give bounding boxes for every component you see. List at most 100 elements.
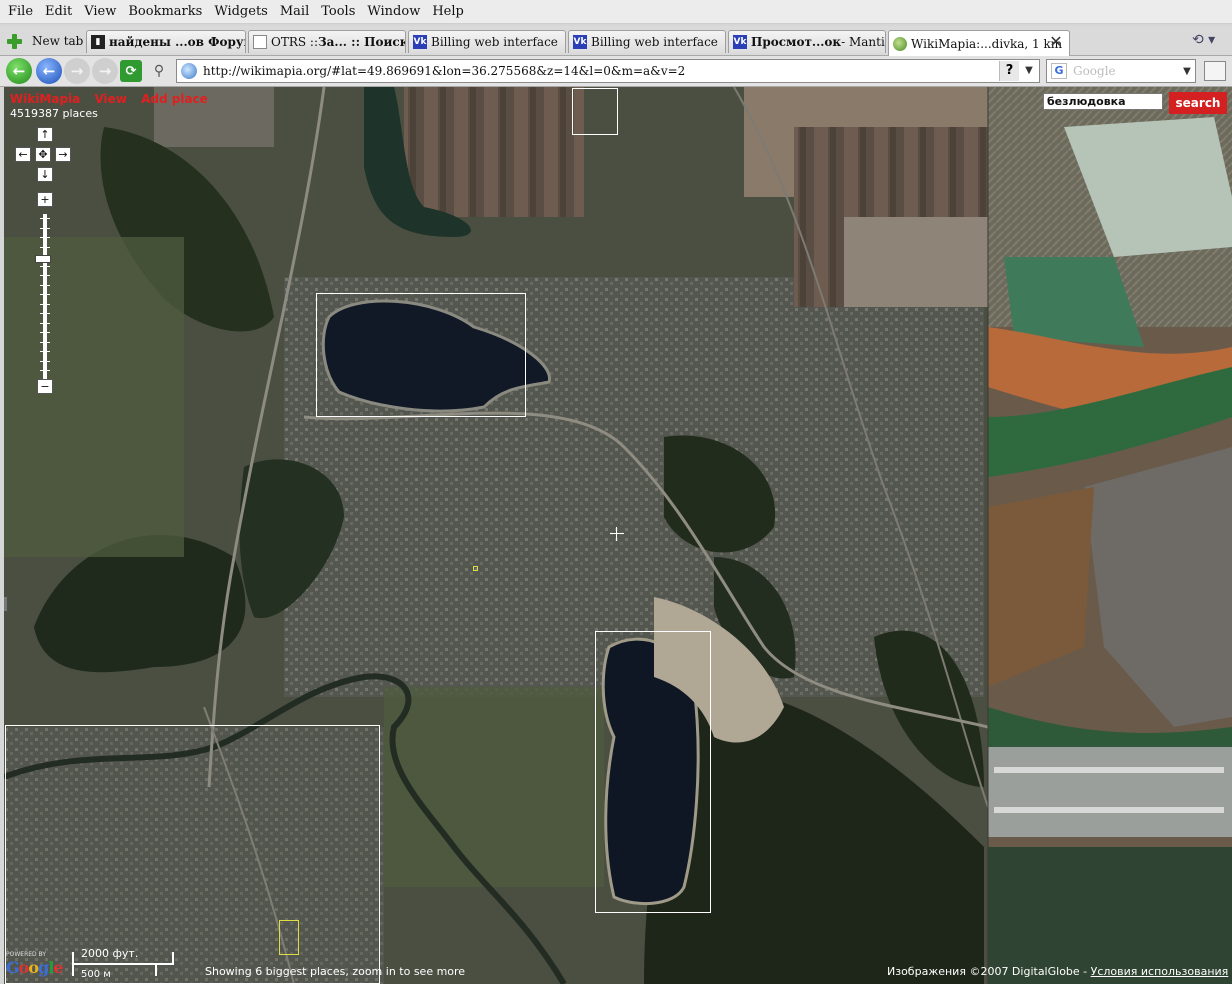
tab-title: Billing web interface [431,35,558,49]
new-tab-button[interactable]: New tab [6,30,83,52]
zoom-in-icon[interactable]: + [37,192,53,207]
tab-forum[interactable]: ▮ найдены ...ов Форум [86,30,246,53]
wand-icon[interactable]: ⚲ [148,60,170,82]
chevron-down-icon[interactable]: ▼ [1019,61,1039,81]
pan-left-icon[interactable]: ← [15,147,31,162]
reload-icon[interactable]: ⟳ [120,60,142,82]
google-logo[interactable]: POWERED BY Google [6,951,68,981]
url-text[interactable]: http://wikimapia.org/#lat=49.869691&lon=… [203,64,999,78]
wikimapia-logo[interactable]: WikiMapia [10,92,80,106]
tab-title: OTRS :: [271,35,318,49]
tab-billing-2[interactable]: Vk Billing web interface [568,30,726,53]
tab-title: WikiMapia:...divka, 1 km [911,36,1063,51]
zoom-tick [40,237,50,238]
tab-billing-1[interactable]: Vk Billing web interface [408,30,566,53]
imagery-copyright: Изображения ©2007 DigitalGlobe - Условия… [887,965,1228,978]
tab-title: найдены ...ов Форум [109,35,246,49]
menu-file[interactable]: File [4,0,37,24]
site-info-icon[interactable]: ? [999,61,1019,81]
chevron-down-icon[interactable]: ▼ [1179,66,1195,77]
place-outline-village[interactable] [5,725,380,984]
place-search-input[interactable]: безлюдовка [1043,93,1163,110]
menu-mail[interactable]: Mail [276,0,313,24]
tab-otrs[interactable]: OTRS :: За... :: Поиск [248,30,406,53]
place-outline-marker[interactable] [279,920,299,955]
pan-up-icon[interactable]: ↑ [37,127,53,142]
scale-feet-label: 2000 фут. [81,947,139,960]
zoom-tick [40,313,50,314]
zoom-slider[interactable] [39,214,51,379]
scale-meters-label: 500 м [81,969,111,980]
zoom-tick [40,218,50,219]
zoom-tick [40,265,50,267]
pan-center-icon[interactable]: ✥ [35,147,51,162]
panel-edge-handle[interactable] [4,597,7,611]
menu-view[interactable]: View [80,0,120,24]
menu-help[interactable]: Help [428,0,468,24]
place-outline-quarry-lake[interactable] [595,631,711,913]
powered-by-label: POWERED BY [6,951,47,958]
zoom-slider-handle[interactable] [35,255,51,263]
tab-wikimapia[interactable]: WikiMapia:...divka, 1 km [888,30,1070,56]
vk-icon: Vk [573,35,587,49]
zoom-tick [40,246,50,248]
plus-icon [6,33,22,49]
tab-mantis[interactable]: Vk Просмот...ок - Mantis [728,30,886,53]
globe-icon [893,36,907,51]
google-icon: G [1051,63,1067,79]
forum-icon: ▮ [91,35,105,49]
zoom-out-icon[interactable]: − [37,379,53,394]
menu-bar: File Edit View Bookmarks Widgets Mail To… [0,0,1232,24]
copyright-text: Изображения ©2007 DigitalGlobe - [887,965,1088,978]
add-place-link[interactable]: Add place [141,92,208,106]
menu-bookmarks[interactable]: Bookmarks [124,0,206,24]
zoom-tick [40,294,50,295]
zoom-tick [40,360,50,362]
pan-down-icon[interactable]: ↓ [37,167,53,182]
tab-title: - Mantis [841,35,886,49]
navigation-bar: ← ← → → ⟳ ⚲ http://wikimapia.org/#lat=49… [0,56,1232,87]
tab-scroll-icon[interactable]: ⟲ ▾ [1192,32,1226,52]
place-point[interactable] [473,566,478,571]
terms-link[interactable]: Условия использования [1091,965,1229,978]
menu-tools[interactable]: Tools [317,0,359,24]
zoom-tick [40,227,50,229]
site-globe-icon [181,63,197,79]
zoom-tick [40,322,50,324]
zoom-tick [40,351,50,352]
pan-right-icon[interactable]: → [55,147,71,162]
search-input[interactable]: G Google ▼ [1046,59,1196,83]
menu-edit[interactable]: Edit [41,0,76,24]
fast-forward-icon[interactable]: → [92,58,118,84]
close-tab-icon[interactable]: ✕ [1046,33,1066,51]
vk-icon: Vk [733,35,747,49]
satellite-map[interactable]: WikiMapia View Add place 4519387 places … [4,87,1232,984]
zoom-tick [40,303,50,305]
zoom-tick [40,341,50,343]
place-outline-lake[interactable] [316,293,526,417]
rewind-arrow-icon[interactable]: ← [36,58,62,84]
panel-toggle-icon[interactable] [1204,61,1226,81]
status-note: Showing 6 biggest places, zoom in to see… [205,965,466,978]
tab-title: Billing web interface [591,35,718,49]
wikimapia-header: WikiMapia View Add place [10,92,218,106]
menu-widgets[interactable]: Widgets [210,0,272,24]
tab-title-bold: Просмот...ок [751,35,842,49]
zoom-tick [40,370,50,371]
view-link[interactable]: View [94,92,126,106]
tab-title-bold: За... :: Поиск [318,35,406,49]
new-tab-label: New tab [32,34,84,48]
places-count: 4519387 places [10,107,98,120]
back-arrow-icon[interactable]: ← [6,58,32,84]
place-outline-small[interactable] [572,88,618,135]
crosshair-icon [610,527,624,541]
document-icon [253,35,267,49]
tab-bar: New tab ▮ найдены ...ов Форум OTRS :: За… [0,26,1232,56]
address-bar[interactable]: http://wikimapia.org/#lat=49.869691&lon=… [176,59,1040,83]
forward-arrow-icon[interactable]: → [64,58,90,84]
zoom-tick [40,284,50,286]
menu-window[interactable]: Window [363,0,424,24]
zoom-tick [40,275,50,276]
zoom-tick [40,332,50,333]
search-button[interactable]: search [1169,92,1227,114]
